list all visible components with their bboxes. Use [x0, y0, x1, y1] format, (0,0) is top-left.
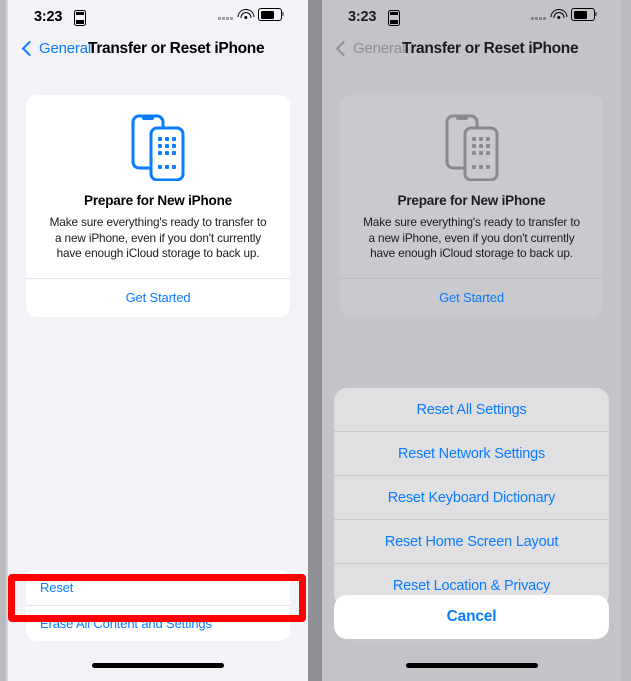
status-bar: 3:23	[322, 0, 621, 34]
back-button-label: General	[353, 40, 405, 57]
page-title: Transfer or Reset iPhone	[402, 40, 579, 57]
cellular-signal-icon	[218, 10, 233, 20]
battery-icon	[258, 8, 285, 21]
page-title: Transfer or Reset iPhone	[88, 40, 265, 57]
list-item-erase-all-content[interactable]: Erase All Content and Settings	[26, 605, 290, 641]
status-bar-indicators	[218, 8, 285, 21]
battery-charging-icon	[74, 10, 86, 26]
reset-options-list: Reset Erase All Content and Settings	[26, 570, 290, 641]
action-sheet-reset-network-settings[interactable]: Reset Network Settings	[334, 431, 609, 475]
chevron-left-icon	[335, 40, 352, 57]
two-iphones-icon	[340, 95, 603, 181]
back-button-general[interactable]: General	[335, 40, 405, 57]
home-indicator[interactable]	[405, 663, 538, 668]
card-description: Make sure everything's ready to transfer…	[363, 215, 580, 260]
navigation-bar: General Transfer or Reset iPhone	[8, 38, 308, 68]
prepare-for-new-iphone-card: Prepare for New iPhone Make sure everyth…	[26, 95, 290, 317]
screenshot-stage: 3:23 General Transfer or Reset iPhone Pr…	[0, 0, 631, 681]
get-started-button[interactable]: Get Started	[340, 279, 603, 317]
wifi-icon	[550, 9, 567, 20]
settings-screen: 3:23 General Transfer or Reset iPhone Pr…	[8, 0, 308, 681]
battery-icon	[571, 8, 598, 21]
action-sheet-cancel-button[interactable]: Cancel	[334, 595, 609, 639]
status-bar-time: 3:23	[348, 9, 377, 25]
list-item-reset[interactable]: Reset	[26, 570, 290, 605]
settings-screen-dimmed: 3:23 General Transfer or Reset iPhone Pr…	[322, 0, 621, 681]
panel-divider	[308, 0, 322, 681]
status-bar-time: 3:23	[34, 9, 63, 25]
action-sheet-reset-home-screen-layout[interactable]: Reset Home Screen Layout	[334, 519, 609, 563]
battery-charging-icon	[388, 10, 400, 26]
status-bar: 3:23	[8, 0, 308, 34]
wifi-icon	[237, 9, 254, 20]
home-indicator[interactable]	[92, 663, 224, 668]
card-title: Prepare for New iPhone	[84, 193, 232, 208]
iphone-screen-step-2: 3:23 General Transfer or Reset iPhone Pr…	[316, 0, 631, 681]
prepare-for-new-iphone-card: Prepare for New iPhone Make sure everyth…	[340, 95, 603, 317]
cellular-signal-icon	[531, 10, 546, 20]
device-bezel-right	[623, 0, 631, 681]
device-bezel-left	[0, 0, 8, 681]
iphone-screen-step-1: 3:23 General Transfer or Reset iPhone Pr…	[0, 0, 316, 681]
reset-action-sheet: Reset All Settings Reset Network Setting…	[334, 388, 609, 607]
navigation-bar: General Transfer or Reset iPhone	[322, 38, 621, 68]
get-started-button[interactable]: Get Started	[26, 279, 290, 317]
action-sheet-reset-keyboard-dictionary[interactable]: Reset Keyboard Dictionary	[334, 475, 609, 519]
card-title: Prepare for New iPhone	[397, 193, 546, 208]
back-button-label: General	[39, 40, 91, 57]
action-sheet-reset-all-settings[interactable]: Reset All Settings	[334, 388, 609, 431]
chevron-left-icon	[21, 40, 38, 57]
back-button-general[interactable]: General	[21, 40, 91, 57]
two-iphones-icon	[26, 95, 290, 181]
status-bar-indicators	[531, 8, 598, 21]
card-description: Make sure everything's ready to transfer…	[49, 215, 267, 260]
